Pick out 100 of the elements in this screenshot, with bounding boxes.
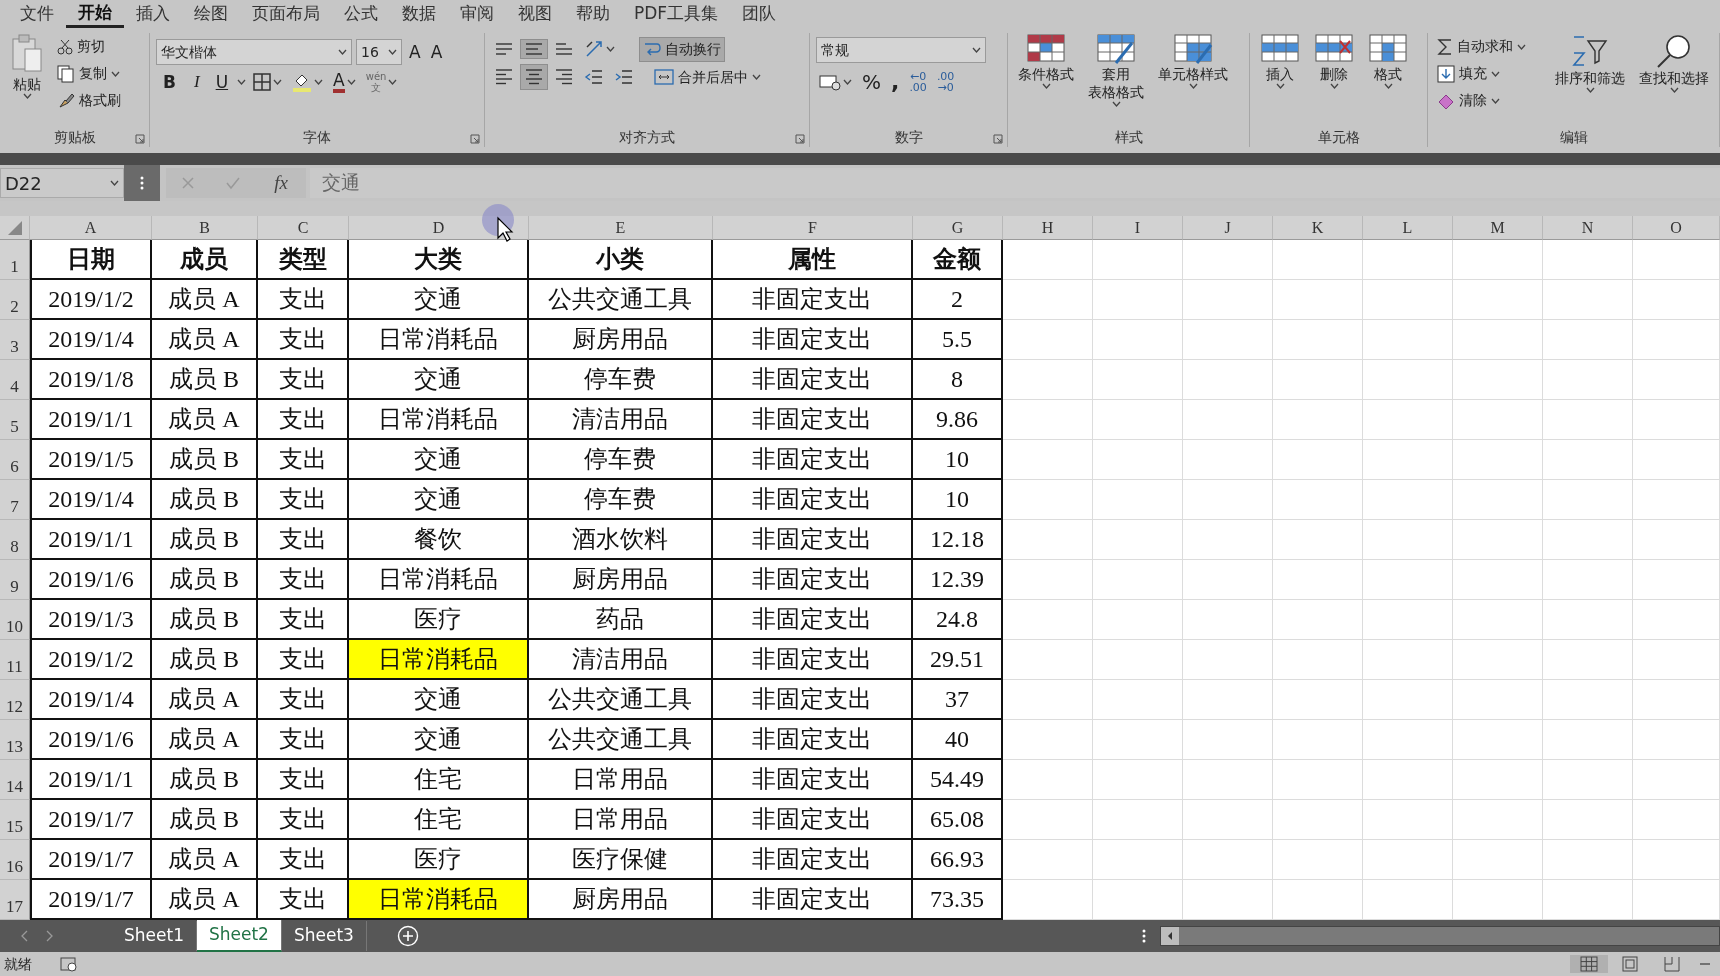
column-header[interactable]: G xyxy=(913,216,1003,240)
row-header[interactable]: 4 xyxy=(0,360,30,400)
group-label: 剪贴板 xyxy=(52,128,97,147)
row-header[interactable]: 7 xyxy=(0,480,30,520)
increase-decimal-button[interactable]: ←0 .00 xyxy=(906,69,930,95)
grow-font-button[interactable]: A xyxy=(406,40,424,64)
menu-tab[interactable]: 团队 xyxy=(730,1,789,26)
font-name-field[interactable]: 华文楷体 xyxy=(156,39,352,65)
copy-button[interactable]: 复制 xyxy=(54,62,124,85)
row-header[interactable]: 6 xyxy=(0,440,30,480)
column-header[interactable]: L xyxy=(1363,216,1453,240)
menu-tab[interactable]: 文件 xyxy=(8,1,66,26)
sheet-tab[interactable]: Sheet2 xyxy=(196,920,282,952)
paste-button[interactable]: 粘贴 xyxy=(6,33,48,127)
group-label: 编辑 xyxy=(1558,128,1589,147)
dialog-launcher-icon[interactable] xyxy=(470,134,480,144)
delete-cells-button[interactable]: 删除 xyxy=(1310,33,1358,127)
menu-tab[interactable]: PDF工具集 xyxy=(622,1,731,26)
table-cell: 2019/1/2 xyxy=(30,640,152,680)
name-box[interactable]: D22 xyxy=(0,168,124,198)
phonetic-button[interactable]: wén 文 xyxy=(362,69,401,95)
decrease-decimal-button[interactable]: .00 →0 xyxy=(933,69,958,95)
insert-function-button[interactable]: fx xyxy=(271,171,291,195)
column-header[interactable]: A xyxy=(30,216,152,240)
table-cell: 65.08 xyxy=(913,800,1003,840)
column-header[interactable]: H xyxy=(1003,216,1093,240)
row-header[interactable]: 9 xyxy=(0,560,30,600)
dialog-launcher-icon[interactable] xyxy=(135,134,145,144)
column-header[interactable]: D xyxy=(349,216,529,240)
shrink-font-button[interactable]: A xyxy=(427,40,446,64)
table-format-button[interactable]: 套用 表格格式 xyxy=(1084,33,1148,127)
underline-button[interactable]: U xyxy=(210,70,234,94)
menu-tab[interactable]: 页面布局 xyxy=(240,1,332,26)
table-cell: 成员 A xyxy=(152,280,258,320)
table-cell: 非固定支出 xyxy=(713,320,913,360)
sheet-tab[interactable]: Sheet1 xyxy=(112,921,197,951)
row-header[interactable]: 11 xyxy=(0,640,30,680)
column-header[interactable]: F xyxy=(713,216,913,240)
table-cell: 非固定支出 xyxy=(713,400,913,440)
row-header[interactable]: 16 xyxy=(0,840,30,880)
cell-styles-button[interactable]: 单元格样式 xyxy=(1154,33,1232,127)
autosum-button[interactable]: 自动求和 xyxy=(1434,35,1545,58)
merge-center-button[interactable]: 合并后居中 xyxy=(651,65,764,89)
add-sheet-icon[interactable] xyxy=(396,925,419,947)
menu-tab[interactable]: 数据 xyxy=(390,1,448,26)
format-cells-button[interactable]: 格式 xyxy=(1364,33,1412,127)
number-format-field[interactable]: 常规 xyxy=(816,37,986,63)
fill-button[interactable]: 填充 xyxy=(1434,62,1545,85)
italic-button[interactable]: I xyxy=(186,70,207,94)
comma-button[interactable]: , xyxy=(888,70,903,94)
conditional-format-button[interactable]: 条件格式 xyxy=(1014,33,1078,127)
column-header[interactable]: O xyxy=(1633,216,1720,240)
column-header[interactable]: I xyxy=(1093,216,1183,240)
table-cell: 日常消耗品 xyxy=(349,320,529,360)
find-select-button[interactable]: 查找和选择 xyxy=(1635,33,1713,127)
clear-button[interactable]: 清除 xyxy=(1434,89,1545,112)
sort-filter-button[interactable]: 排序和筛选 xyxy=(1551,33,1629,127)
row-header[interactable]: 5 xyxy=(0,400,30,440)
column-header[interactable]: M xyxy=(1453,216,1543,240)
wrap-text-button[interactable]: 自动换行 xyxy=(640,37,724,61)
column-header[interactable]: E xyxy=(529,216,713,240)
table-cell: 支出 xyxy=(258,320,349,360)
dialog-launcher-icon[interactable] xyxy=(993,134,1003,144)
menu-tab[interactable]: 帮助 xyxy=(564,1,622,26)
column-title: 类型 xyxy=(258,240,349,280)
row-header[interactable]: 15 xyxy=(0,800,30,840)
caret-icon xyxy=(1275,83,1285,89)
insert-cells-button[interactable]: 插入 xyxy=(1256,33,1304,127)
column-header[interactable]: J xyxy=(1183,216,1273,240)
font-color-button[interactable]: A xyxy=(330,69,359,95)
row-header[interactable]: 8 xyxy=(0,520,30,560)
sheet-tab[interactable]: Sheet3 xyxy=(281,921,367,951)
row-header[interactable]: 2 xyxy=(0,280,30,320)
row-header[interactable]: 13 xyxy=(0,720,30,760)
row-header[interactable]: 3 xyxy=(0,320,30,360)
row-header[interactable]: 14 xyxy=(0,760,30,800)
column-header[interactable]: C xyxy=(258,216,349,240)
menu-tab[interactable]: 审阅 xyxy=(448,1,506,26)
scroll-left-icon xyxy=(1161,927,1179,945)
menu-tab[interactable]: 插入 xyxy=(124,1,182,26)
dialog-launcher-icon[interactable] xyxy=(795,134,805,144)
menu-tab[interactable]: 绘图 xyxy=(182,1,240,26)
column-header[interactable]: K xyxy=(1273,216,1363,240)
menu-tab[interactable]: 开始 xyxy=(66,0,124,28)
row-header[interactable]: 10 xyxy=(0,600,30,640)
cut-button[interactable]: 剪切 xyxy=(54,35,124,58)
column-header[interactable]: N xyxy=(1543,216,1633,240)
row-header[interactable]: 12 xyxy=(0,680,30,720)
horizontal-align-button[interactable] xyxy=(521,65,547,89)
row-header[interactable]: 17 xyxy=(0,880,30,920)
menu-tab[interactable]: 视图 xyxy=(506,1,564,26)
percent-button[interactable]: % xyxy=(859,70,884,94)
font-size-field[interactable]: 16 xyxy=(356,39,402,65)
normal-view-button[interactable] xyxy=(1570,955,1608,973)
format-painter-button[interactable]: 格式刷 xyxy=(54,89,124,112)
vertical-align-button[interactable] xyxy=(521,40,547,58)
menu-tab[interactable]: 公式 xyxy=(332,1,390,26)
bold-button[interactable]: B xyxy=(156,70,183,94)
column-header[interactable]: B xyxy=(152,216,258,240)
row-header[interactable]: 1 xyxy=(0,240,30,280)
